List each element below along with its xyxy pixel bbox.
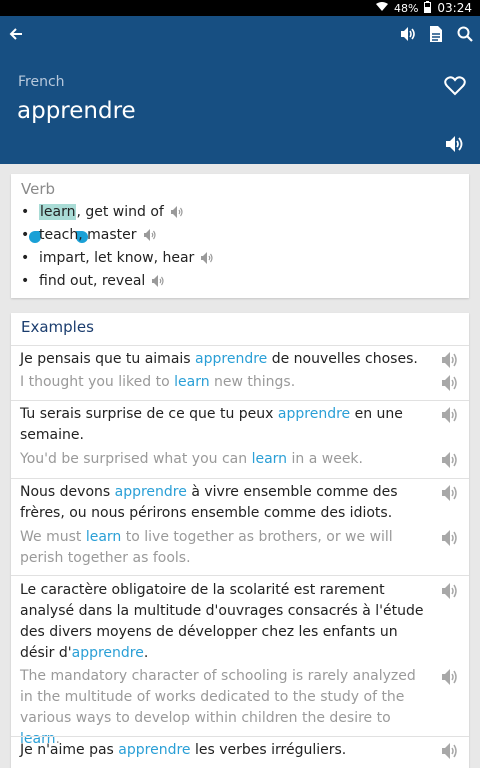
highlight: learn (174, 374, 210, 390)
speaker-icon[interactable] (441, 742, 459, 760)
example-french: Je n'aime pas apprendre les verbes irrég… (20, 740, 426, 761)
document-button[interactable] (426, 24, 446, 44)
speaker-icon[interactable] (170, 205, 184, 219)
speaker-icon[interactable] (441, 406, 459, 424)
example-item[interactable]: Je pensais que tu aimais apprendre de no… (11, 345, 469, 399)
example-item[interactable]: Nous devons apprendre à vivre ensemble c… (11, 478, 469, 574)
text: Je pensais que tu aimais (20, 351, 196, 367)
speaker-icon (446, 136, 463, 152)
source-language: French (18, 74, 65, 90)
text: We must (20, 529, 86, 545)
speaker-icon[interactable] (441, 484, 459, 502)
speaker-icon[interactable] (441, 529, 459, 547)
clock: 03:24 (437, 1, 472, 15)
example-english: I thought you liked to learn new things. (20, 372, 430, 393)
sense-item[interactable]: • teach, master (21, 224, 157, 246)
word-header: French apprendre (0, 16, 480, 164)
text: The mandatory character of schooling is … (20, 668, 416, 726)
status-indicators: 48% 03:24 (375, 0, 472, 16)
highlight: apprendre (114, 484, 187, 500)
text: Je n'aime pas (20, 742, 119, 758)
highlight: apprendre (118, 742, 191, 758)
highlight: apprendre (71, 645, 144, 661)
bullet: • (21, 250, 30, 266)
example-french: Tu serais surprise de ce que tu peux app… (20, 404, 426, 446)
example-item[interactable]: Le caractère obligatoire de la scolarité… (11, 575, 469, 747)
heart-icon (444, 76, 466, 96)
headword: apprendre (17, 98, 136, 124)
text: de nouvelles choses. (267, 351, 418, 367)
speaker-button[interactable] (398, 24, 418, 44)
text: Nous devons (20, 484, 115, 500)
back-button[interactable] (6, 24, 26, 44)
examples-card: Examples Je pensais que tu aimais appren… (11, 313, 469, 768)
pronounce-button[interactable] (444, 134, 468, 158)
speaker-icon[interactable] (441, 374, 459, 392)
bullet: • (21, 273, 30, 289)
highlight: apprendre (195, 351, 268, 367)
status-bar: 48% 03:24 (0, 0, 480, 16)
text: Tu serais surprise de ce que tu peux (20, 406, 278, 422)
sense-item[interactable]: • learn , get wind of (21, 201, 184, 223)
example-french: Le caractère obligatoire de la scolarité… (20, 580, 426, 664)
wifi-icon (375, 1, 388, 15)
text: in a week. (287, 451, 364, 467)
document-icon (430, 26, 442, 42)
arrow-left-icon (9, 28, 22, 40)
sense-item[interactable]: • find out, reveal (21, 270, 165, 292)
example-english: We must learn to live together as brothe… (20, 527, 430, 569)
toolbar (0, 16, 480, 52)
speaker-icon[interactable] (441, 668, 459, 686)
bullet: • (21, 204, 30, 220)
text: . (143, 645, 149, 661)
text: You'd be surprised what you can (20, 451, 252, 467)
highlight: apprendre (277, 406, 351, 422)
text: les verbes irréguliers. (190, 742, 347, 758)
sense-item[interactable]: • impart, let know, hear (21, 247, 214, 269)
part-of-speech: Verb (21, 180, 56, 198)
battery-percent: 48% (393, 1, 419, 15)
bullet: • (21, 227, 30, 243)
highlight: learn (85, 529, 122, 545)
sense-text: teach, master (39, 227, 137, 243)
example-french: Je pensais que tu aimais apprendre de no… (20, 349, 426, 370)
speaker-icon[interactable] (143, 228, 157, 242)
speaker-icon[interactable] (200, 251, 214, 265)
example-english: You'd be surprised what you can learn in… (20, 449, 430, 470)
speaker-icon[interactable] (441, 451, 459, 469)
example-item[interactable]: Tu serais surprise de ce que tu peux app… (11, 400, 469, 477)
example-item[interactable]: Je n'aime pas apprendre les verbes irrég… (11, 736, 469, 768)
battery-icon (424, 0, 432, 16)
text: I thought you liked to (20, 374, 175, 390)
examples-title: Examples (21, 318, 94, 336)
sense-text: find out, reveal (39, 273, 146, 289)
speaker-icon[interactable] (441, 351, 459, 369)
text: new things. (209, 374, 296, 390)
sense-text: , get wind of (76, 204, 164, 220)
definition-card: Verb • learn , get wind of • teach, mast… (11, 174, 469, 298)
speaker-icon[interactable] (151, 274, 165, 288)
search-button[interactable] (455, 24, 475, 44)
search-icon (457, 26, 473, 42)
favorite-button[interactable] (444, 76, 468, 100)
selected-text[interactable]: learn (39, 204, 77, 220)
speaker-icon (401, 27, 415, 41)
example-french: Nous devons apprendre à vivre ensemble c… (20, 482, 426, 524)
highlight: learn (251, 451, 288, 467)
speaker-icon[interactable] (441, 582, 459, 600)
sense-text: impart, let know, hear (39, 250, 195, 266)
